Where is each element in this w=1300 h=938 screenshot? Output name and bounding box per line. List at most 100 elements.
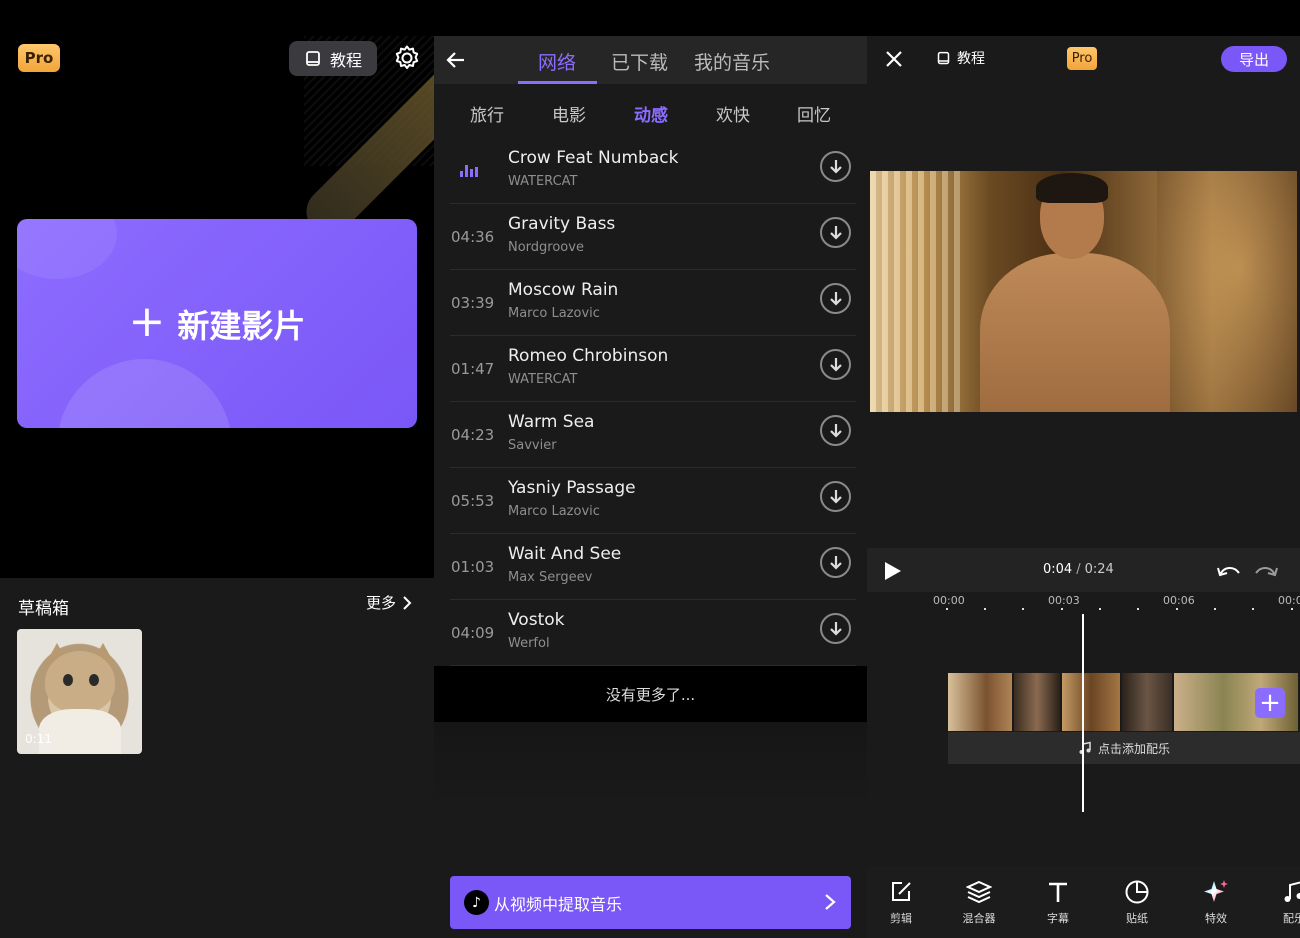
tab-my-music[interactable]: 我的音乐 bbox=[694, 48, 770, 75]
track-artist: Marco Lazovic bbox=[508, 306, 600, 321]
sticker-icon bbox=[1125, 880, 1149, 904]
ruler-label: 00:00 bbox=[933, 594, 965, 607]
track-artist: Nordgroove bbox=[508, 240, 584, 255]
tool-subtitle[interactable]: 字幕 bbox=[1028, 878, 1088, 926]
cat-face bbox=[45, 651, 115, 713]
track-title: Gravity Bass bbox=[508, 214, 616, 234]
track-row[interactable]: 04:36 Gravity Bass Nordgroove bbox=[450, 204, 856, 270]
download-button[interactable] bbox=[820, 613, 851, 644]
genre-memory[interactable]: 回忆 bbox=[797, 101, 831, 126]
ruler-tick bbox=[1061, 608, 1063, 610]
gear-icon[interactable] bbox=[393, 44, 421, 72]
ruler-tick bbox=[1099, 608, 1101, 610]
tool-edit[interactable]: 剪辑 bbox=[871, 878, 931, 926]
music-note-icon bbox=[1284, 881, 1300, 902]
track-row[interactable]: 04:09 Vostok Werfol bbox=[450, 600, 856, 666]
clip-thumbnail[interactable] bbox=[1062, 673, 1122, 731]
download-button[interactable] bbox=[820, 151, 851, 182]
download-button[interactable] bbox=[820, 217, 851, 248]
track-row[interactable]: 04:23 Warm Sea Savvier bbox=[450, 402, 856, 468]
tool-music[interactable]: 配乐 bbox=[1264, 878, 1300, 926]
download-button[interactable] bbox=[820, 349, 851, 380]
genre-dynamic[interactable]: 动感 bbox=[634, 101, 668, 126]
ruler-tick bbox=[946, 608, 948, 610]
video-wall bbox=[1157, 171, 1297, 412]
track-title: Warm Sea bbox=[508, 412, 595, 432]
track-title: Wait And See bbox=[508, 544, 622, 564]
tool-label: 特效 bbox=[1205, 912, 1227, 925]
book-icon bbox=[306, 50, 320, 66]
ruler-tick bbox=[1214, 608, 1216, 610]
playback-controls: 0:04/0:24 bbox=[867, 548, 1300, 592]
genre-travel[interactable]: 旅行 bbox=[470, 101, 504, 126]
new-project-card[interactable]: + 新建影片 bbox=[17, 219, 417, 428]
cat-eye bbox=[63, 674, 73, 686]
close-icon[interactable] bbox=[883, 48, 905, 70]
add-clip-button[interactable]: + bbox=[1255, 688, 1285, 718]
playhead[interactable] bbox=[1082, 614, 1084, 812]
track-row[interactable]: 05:53 Yasniy Passage Marco Lazovic bbox=[450, 468, 856, 534]
undo-icon[interactable] bbox=[1216, 563, 1242, 579]
ruler-label: 00:03 bbox=[1048, 594, 1080, 607]
draft-duration: 0:11 bbox=[25, 732, 52, 746]
tool-mixer[interactable]: 混合器 bbox=[949, 878, 1009, 926]
add-music-track[interactable]: 点击添加配乐 bbox=[948, 732, 1300, 764]
track-row[interactable]: 01:47 Romeo Chrobinson WATERCAT bbox=[450, 336, 856, 402]
back-arrow-icon[interactable] bbox=[444, 48, 468, 72]
more-link[interactable]: 更多 bbox=[366, 592, 412, 613]
tutorial-button[interactable]: 教程 bbox=[936, 48, 985, 68]
new-project-label: 新建影片 bbox=[177, 306, 306, 345]
ruler-tick bbox=[984, 608, 986, 610]
draft-thumbnail[interactable]: 0:11 bbox=[17, 629, 142, 754]
pro-badge[interactable]: Pro bbox=[1067, 47, 1097, 70]
extract-music-label: 从视频中提取音乐 bbox=[494, 894, 623, 914]
no-more-notice: 没有更多了... bbox=[434, 666, 867, 722]
track-row[interactable]: Crow Feat Numback WATERCAT bbox=[450, 138, 856, 204]
playing-bars-icon bbox=[460, 163, 478, 177]
drafts-title: 草稿箱 bbox=[18, 599, 69, 619]
ruler-tick bbox=[1137, 608, 1139, 610]
music-note-icon: ♪ bbox=[464, 890, 489, 915]
video-track[interactable] bbox=[948, 673, 1300, 731]
clip-thumbnail[interactable] bbox=[1122, 673, 1174, 731]
export-button[interactable]: 导出 bbox=[1221, 46, 1287, 72]
clip-thumbnail[interactable] bbox=[1014, 673, 1062, 731]
tab-online[interactable]: 网络 bbox=[538, 48, 576, 75]
time-current: 0:04 bbox=[1043, 562, 1073, 577]
pro-badge[interactable]: Pro bbox=[18, 44, 60, 72]
download-button[interactable] bbox=[820, 283, 851, 314]
layers-icon bbox=[966, 880, 992, 904]
download-button[interactable] bbox=[820, 415, 851, 446]
track-duration: 03:39 bbox=[451, 294, 495, 312]
tool-sticker[interactable]: 贴纸 bbox=[1107, 878, 1167, 926]
faded-background bbox=[434, 722, 867, 812]
extract-music-button[interactable]: ♪ 从视频中提取音乐 bbox=[450, 876, 851, 929]
download-button[interactable] bbox=[820, 481, 851, 512]
chevron-right-icon bbox=[825, 894, 836, 910]
add-music-label: 点击添加配乐 bbox=[1097, 741, 1170, 756]
download-button[interactable] bbox=[820, 547, 851, 578]
timecode: 0:04/0:24 bbox=[1043, 562, 1114, 577]
tutorial-button[interactable]: 教程 bbox=[289, 41, 377, 76]
clip-thumbnail[interactable] bbox=[948, 673, 1014, 731]
track-duration: 04:09 bbox=[451, 624, 495, 642]
tab-downloaded[interactable]: 已下载 bbox=[611, 48, 668, 75]
plus-icon: + bbox=[128, 295, 166, 347]
download-icon bbox=[829, 555, 842, 570]
download-icon bbox=[829, 225, 842, 240]
new-project-button[interactable]: + 新建影片 bbox=[17, 219, 417, 428]
track-title: Vostok bbox=[508, 610, 565, 630]
track-row[interactable]: 01:03 Wait And See Max Sergeev bbox=[450, 534, 856, 600]
genre-happy[interactable]: 欢快 bbox=[716, 101, 750, 126]
genre-movie[interactable]: 电影 bbox=[552, 101, 586, 126]
track-row[interactable]: 03:39 Moscow Rain Marco Lazovic bbox=[450, 270, 856, 336]
drafts-section: 草稿箱 更多 0:11 bbox=[0, 578, 434, 938]
video-preview[interactable] bbox=[870, 171, 1297, 412]
redo-icon[interactable] bbox=[1253, 563, 1279, 579]
video-curtain bbox=[870, 171, 960, 412]
tool-effects[interactable]: 特效 bbox=[1186, 878, 1246, 926]
play-icon[interactable] bbox=[885, 562, 901, 580]
download-icon bbox=[829, 357, 842, 372]
chevron-right-icon bbox=[403, 595, 412, 610]
music-header: 网络 已下载 我的音乐 bbox=[434, 36, 867, 84]
